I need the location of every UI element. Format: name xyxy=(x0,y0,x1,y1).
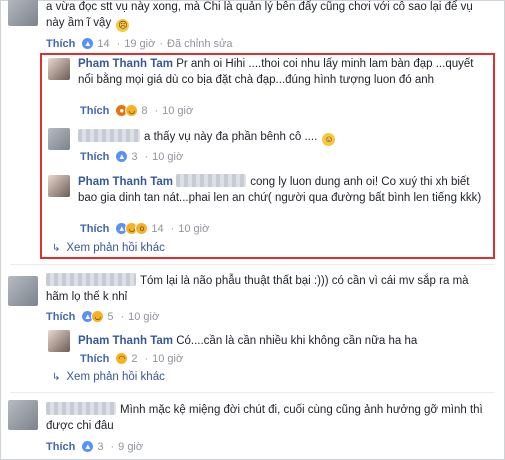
reaction-count: 5 xyxy=(107,310,114,323)
timestamp[interactable]: 10 giờ xyxy=(128,311,159,323)
like-link[interactable]: Thích xyxy=(80,353,109,365)
divider xyxy=(10,264,495,265)
commenter-name[interactable]: Pham Thanh Tam xyxy=(78,176,173,188)
reply-meta: Thích ● ◡ 8 · 10 giờ xyxy=(80,104,193,117)
reply-meta: Thích ▲ 3 · 10 giờ xyxy=(80,150,183,163)
reply-meta: Thích ◠ 2 · 10 giờ xyxy=(80,352,183,365)
reaction-count: 2 xyxy=(131,352,138,365)
reply-text: a thấy vụ này đa phần bênh cô .... ☺ xyxy=(78,129,486,146)
avatar[interactable] xyxy=(8,0,38,26)
reaction-count: 14 xyxy=(151,222,164,235)
divider xyxy=(10,392,495,393)
like-link[interactable]: Thích xyxy=(46,441,75,453)
wow-reaction-icon: o xyxy=(135,222,149,235)
haha-reaction-icon: ◡ xyxy=(91,310,105,323)
view-more-replies-label[interactable]: Xem phản hồi khác xyxy=(66,242,164,254)
separator-dot: · xyxy=(170,222,175,235)
view-more-replies-link[interactable]: ↳ Xem phản hồi khác xyxy=(52,242,165,254)
separator-dot: · xyxy=(144,352,149,365)
like-link[interactable]: Thích xyxy=(80,105,109,117)
reaction-summary[interactable]: ▲ 3 xyxy=(81,440,103,453)
frown-emoji-icon: ☹ xyxy=(116,19,130,32)
comment-meta: Thích ▲ 14 · 19 giờ · Đã chỉnh sửa xyxy=(46,37,232,50)
reply-text: Pham Thanh Tam Pr anh oi Hihi ....thoi c… xyxy=(78,58,474,86)
timestamp[interactable]: 10 giờ xyxy=(178,223,209,235)
like-link[interactable]: Thích xyxy=(46,38,75,50)
like-link[interactable]: Thích xyxy=(46,311,75,323)
separator-dot: · xyxy=(110,440,115,453)
reaction-summary[interactable]: ● ◡ 8 xyxy=(115,104,147,117)
comment-text: a vừa đọc stt vụ này xong, mà Chi là quả… xyxy=(46,1,473,32)
blurred-name xyxy=(46,273,136,286)
smile-emoji-icon: ☺ xyxy=(322,133,336,146)
like-link[interactable]: Thích xyxy=(80,223,109,235)
reply-arrow-icon: ↳ xyxy=(52,242,61,254)
comment-text: Mình mặc kệ miệng đời chút đi, cuối cùng… xyxy=(46,402,483,432)
separator-dot: · xyxy=(116,37,121,50)
separator-dot: · xyxy=(144,150,149,163)
reaction-summary[interactable]: ▲ ◡ o 14 xyxy=(115,222,164,235)
reaction-count: 14 xyxy=(97,37,110,50)
reaction-summary[interactable]: ▲ 3 xyxy=(115,150,137,163)
timestamp[interactable]: 19 giờ xyxy=(124,38,155,50)
avatar[interactable] xyxy=(48,330,70,352)
avatar[interactable] xyxy=(48,175,70,197)
like-reaction-icon: ▲ xyxy=(81,440,95,453)
reply-text: Pham Thanh Tam Có....cần là cần nhiều kh… xyxy=(78,335,418,347)
reaction-count: 8 xyxy=(141,104,148,117)
reaction-summary[interactable]: ◠ 2 xyxy=(115,352,137,365)
avatar[interactable] xyxy=(8,276,38,306)
avatar[interactable] xyxy=(8,400,38,430)
reply-text: Pham Thanh Tam cong ly luon dung anh oi!… xyxy=(78,174,482,204)
separator-dot: · xyxy=(154,104,159,117)
blurred-name xyxy=(46,402,116,415)
like-reaction-icon: ▲ xyxy=(115,150,129,163)
commenter-name[interactable]: Pham Thanh Tam xyxy=(78,58,173,70)
timestamp[interactable]: 10 giờ xyxy=(162,105,193,117)
like-link[interactable]: Thích xyxy=(80,151,109,163)
blurred-name xyxy=(78,129,140,142)
timestamp[interactable]: 10 giờ xyxy=(152,353,183,365)
sad-reaction-icon: ◠ xyxy=(115,352,129,365)
reaction-count: 3 xyxy=(131,150,138,163)
comment-meta: Thích ▲ 3 · 9 giờ xyxy=(46,440,143,453)
comment-meta: Thích ▲ ◡ 5 · 10 giờ xyxy=(46,310,159,323)
reply-arrow-icon: ↳ xyxy=(52,371,61,383)
reaction-summary[interactable]: ▲ 14 xyxy=(81,37,110,50)
reaction-count: 3 xyxy=(97,440,104,453)
view-more-replies-label[interactable]: Xem phản hồi khác xyxy=(66,371,164,383)
timestamp[interactable]: 9 giờ xyxy=(118,441,143,453)
timestamp[interactable]: 10 giờ xyxy=(152,151,183,163)
haha-reaction-icon: ◡ xyxy=(125,104,139,117)
view-more-replies-link[interactable]: ↳ Xem phản hồi khác xyxy=(52,371,165,383)
edited-label[interactable]: Đã chỉnh sửa xyxy=(167,38,232,50)
avatar[interactable] xyxy=(48,128,70,150)
reaction-summary[interactable]: ▲ ◡ 5 xyxy=(81,310,113,323)
blurred-name xyxy=(176,174,247,187)
reply-meta: Thích ▲ ◡ o 14 · 10 giờ xyxy=(80,222,209,235)
separator-dot: · xyxy=(120,310,125,323)
comment-text: Tóm lại là não phẫu thuật thất bại :))) … xyxy=(46,273,469,303)
like-reaction-icon: ▲ xyxy=(81,37,95,50)
commenter-name[interactable]: Pham Thanh Tam xyxy=(78,335,173,347)
avatar[interactable] xyxy=(48,58,70,80)
separator-dot: · xyxy=(159,37,164,50)
